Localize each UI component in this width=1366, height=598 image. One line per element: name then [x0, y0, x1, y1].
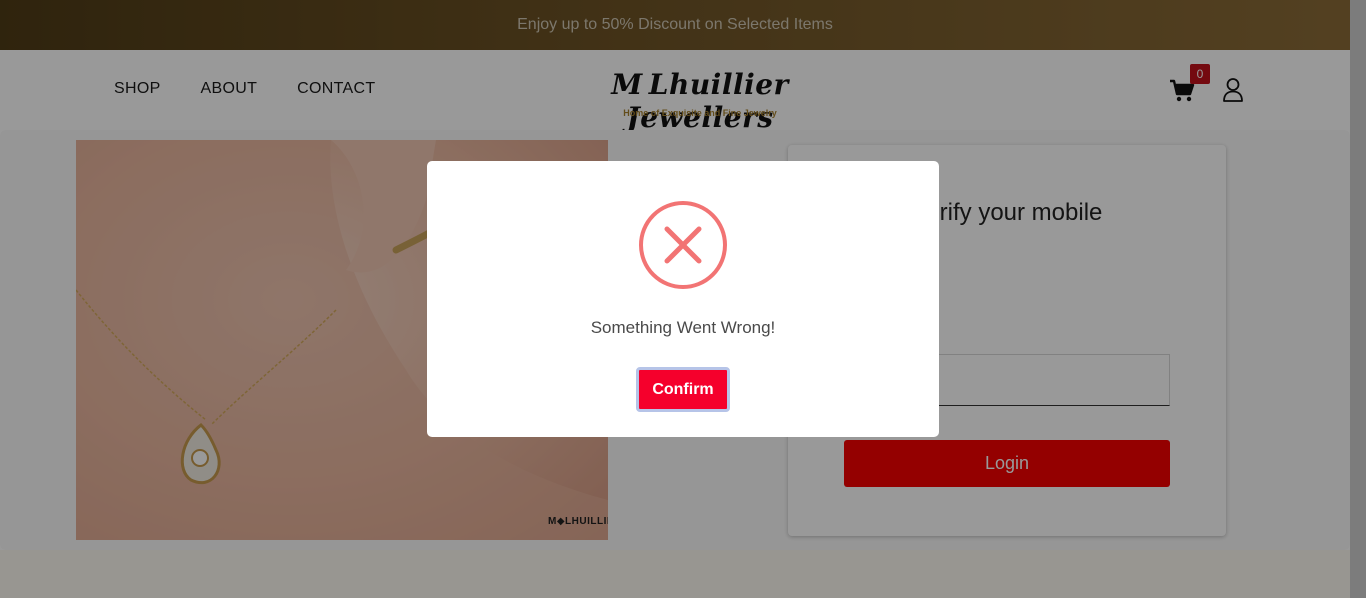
confirm-button[interactable]: Confirm — [636, 367, 730, 412]
dialog-message: Something Went Wrong! — [590, 318, 776, 337]
error-x-icon — [638, 200, 728, 290]
error-dialog: Something Went Wrong! Confirm — [427, 161, 939, 437]
